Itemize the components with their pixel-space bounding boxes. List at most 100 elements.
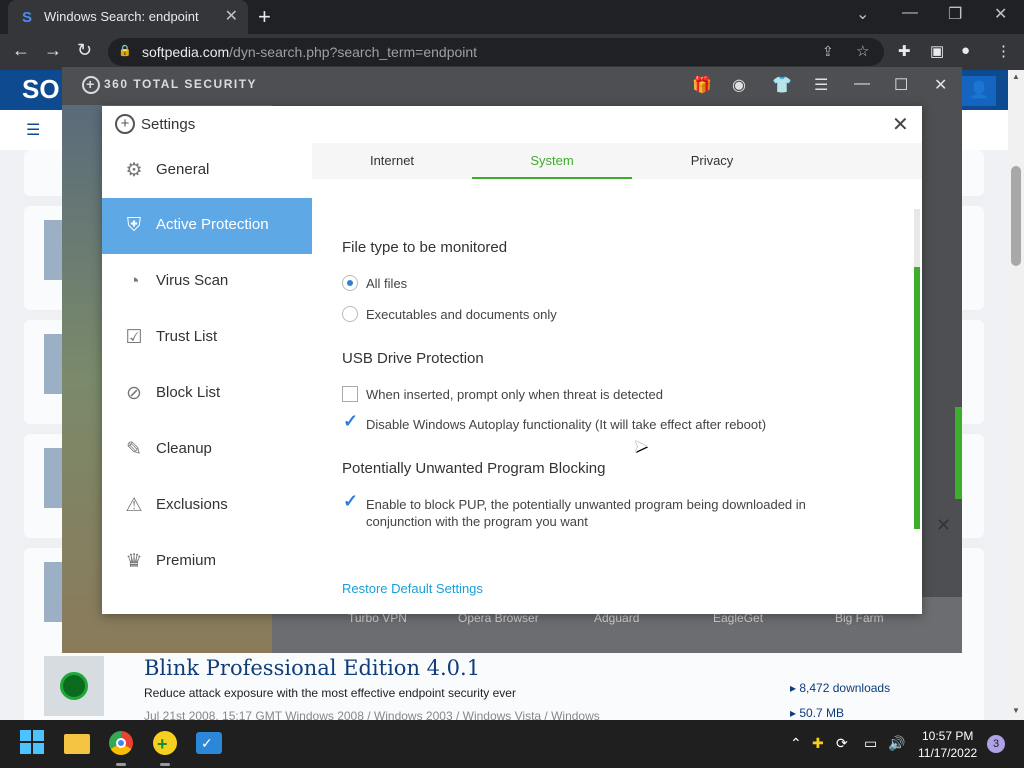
sidebar-item-cleanup[interactable]: ✎ Cleanup	[102, 422, 312, 478]
tab-privacy[interactable]: Privacy	[632, 143, 792, 179]
restore-window-icon[interactable]: ❐	[948, 4, 962, 24]
app-maximize-icon[interactable]: ☐	[894, 75, 908, 95]
reload-icon[interactable]: ↻	[77, 40, 92, 61]
panel-close-icon[interactable]: ✕	[936, 515, 951, 536]
network-icon[interactable]: ▭	[864, 735, 877, 752]
checkbox[interactable]	[342, 413, 358, 432]
tray-overflow-icon[interactable]: ⌃	[790, 735, 802, 752]
sidebar-item-label: Exclusions	[156, 496, 228, 513]
lock-icon[interactable]: 🔒	[118, 44, 132, 58]
app-brand: +360 TOTAL SECURITY	[82, 76, 257, 94]
hamburger-menu-icon[interactable]: ☰	[26, 120, 40, 140]
download-count: ▸ 8,472 downloads	[790, 681, 890, 695]
clock-date[interactable]: 11/17/2022	[918, 746, 977, 760]
dialog-title: Settings	[141, 116, 196, 133]
usb-heading: USB Drive Protection	[342, 350, 484, 367]
radio-label: All files	[366, 276, 408, 291]
minimize-window-icon[interactable]: —	[902, 4, 918, 22]
arrow-right-icon: ▸	[790, 706, 800, 720]
sidebar-item-block-list[interactable]: ⊘ Block List	[102, 366, 312, 422]
browser-toolbar: ← → ↻ 🔒 softpedia.com/dyn-search.php?sea…	[0, 34, 1024, 70]
account-avatar-icon[interactable]: ◉	[732, 75, 746, 95]
browser-tab-bar: S Windows Search: endpoint ✕ + ⌄ — ❐ ✕	[0, 0, 1024, 34]
site-logo[interactable]: SO	[22, 74, 60, 105]
checkbox[interactable]	[342, 386, 358, 402]
total-security-tray-icon[interactable]: ✚	[812, 735, 824, 752]
scrollbar-thumb[interactable]	[1011, 166, 1021, 266]
bookmark-star-icon[interactable]: ☆	[856, 42, 869, 60]
profile-icon[interactable]: ●	[961, 42, 970, 59]
extensions-icon[interactable]: ✚	[898, 42, 911, 60]
app-title-bar: +360 TOTAL SECURITY 🎁 ◉ 👕 ☰ — ☐ ✕	[62, 67, 962, 105]
user-icon[interactable]: 👤	[962, 76, 996, 106]
app-minimize-icon[interactable]: —	[854, 75, 870, 93]
blink-product-icon[interactable]	[44, 656, 104, 716]
app-brand-text: 360 TOTAL SECURITY	[104, 77, 258, 92]
volume-icon[interactable]: 🔊	[888, 735, 905, 752]
checkbox[interactable]	[342, 493, 358, 512]
arrow-right-icon: ▸	[790, 681, 800, 695]
clock-time[interactable]: 10:57 PM	[922, 729, 973, 743]
mail-app-icon[interactable]: ✓	[196, 730, 222, 756]
sync-tray-icon[interactable]: ⟳	[836, 735, 848, 752]
dialog-close-icon[interactable]: ✕	[892, 112, 909, 137]
tab-internet[interactable]: Internet	[312, 143, 472, 179]
total-security-taskbar-icon[interactable]: +	[152, 730, 178, 766]
browser-tab[interactable]: S Windows Search: endpoint ✕	[8, 0, 248, 34]
settings-content: Internet System Privacy File type to be …	[312, 143, 922, 614]
sidebar-item-label: General	[156, 161, 210, 178]
gear-icon: ⚙	[125, 160, 143, 181]
sidebar-item-virus-scan[interactable]: ◔ Virus Scan	[102, 254, 312, 310]
sidebar-item-trust-list[interactable]: ☑ Trust List	[102, 310, 312, 366]
side-panel-icon[interactable]: ▣	[930, 42, 944, 60]
scan-icon: ◔	[128, 271, 140, 292]
product-title[interactable]: Blink Professional Edition 4.0.1	[144, 656, 480, 680]
notification-badge[interactable]: 3	[987, 735, 1005, 753]
gift-icon[interactable]: 🎁	[692, 75, 712, 95]
app-menu-icon[interactable]: ☰	[814, 75, 828, 95]
forward-icon[interactable]: →	[44, 40, 62, 61]
settings-sidebar: ⚙ General ⛨ Active Protection ◔ Virus Sc…	[102, 143, 312, 614]
sidebar-item-exclusions[interactable]: ⚠ Exclusions	[102, 478, 312, 534]
dialog-header: + Settings ✕	[102, 106, 922, 143]
close-window-icon[interactable]: ✕	[994, 4, 1007, 24]
radio-label: Executables and documents only	[366, 307, 557, 322]
settings-logo-icon: +	[115, 114, 135, 134]
file-type-heading: File type to be monitored	[342, 239, 508, 256]
chrome-icon[interactable]	[108, 730, 134, 766]
scrollbar-thumb[interactable]	[914, 267, 920, 529]
new-tab-icon[interactable]: +	[258, 4, 271, 30]
file-explorer-icon[interactable]	[64, 730, 90, 756]
address-bar[interactable]: 🔒 softpedia.com/dyn-search.php?search_te…	[108, 38, 884, 66]
url-domain: softpedia.com	[142, 44, 230, 60]
scroll-down-icon[interactable]: ▼	[1012, 706, 1020, 715]
restore-default-link[interactable]: Restore Default Settings	[342, 581, 483, 596]
tab-title: Windows Search: endpoint	[44, 9, 199, 24]
checkbox-label: When inserted, prompt only when threat i…	[366, 387, 663, 402]
scroll-up-icon[interactable]: ▲	[1012, 72, 1020, 81]
tab-system[interactable]: System	[472, 143, 632, 179]
app-close-icon[interactable]: ✕	[934, 75, 947, 95]
radio-button[interactable]	[342, 306, 358, 322]
back-icon[interactable]: ←	[12, 40, 30, 61]
share-icon[interactable]: ⇪	[822, 43, 834, 60]
exclusions-icon: ⚠	[125, 495, 143, 516]
chrome-menu-icon[interactable]: ⋮	[996, 42, 1011, 60]
settings-tabs: Internet System Privacy	[312, 143, 922, 179]
sidebar-item-general[interactable]: ⚙ General	[102, 143, 312, 199]
tab-search-chevron-icon[interactable]: ⌄	[856, 4, 869, 24]
radio-button[interactable]	[342, 275, 358, 291]
block-list-icon: ⊘	[126, 383, 142, 404]
mouse-cursor-icon: ➤	[633, 436, 649, 456]
sidebar-item-label: Active Protection	[156, 216, 269, 233]
page-scrollbar[interactable]: ▲ ▼	[1008, 70, 1024, 720]
settings-scrollbar[interactable]	[914, 209, 920, 529]
sidebar-item-premium[interactable]: ♛ Premium	[102, 534, 312, 590]
settings-scroll-area[interactable]: File type to be monitored All files Exec…	[312, 179, 922, 614]
windows-start-icon[interactable]	[20, 730, 46, 756]
shield-icon: ⛨	[126, 215, 142, 236]
checkbox-label: Disable Windows Autoplay functionality (…	[366, 417, 767, 432]
tab-close-icon[interactable]: ✕	[225, 6, 238, 26]
sidebar-item-active-protection[interactable]: ⛨ Active Protection	[102, 198, 312, 254]
skin-shirt-icon[interactable]: 👕	[772, 75, 792, 95]
